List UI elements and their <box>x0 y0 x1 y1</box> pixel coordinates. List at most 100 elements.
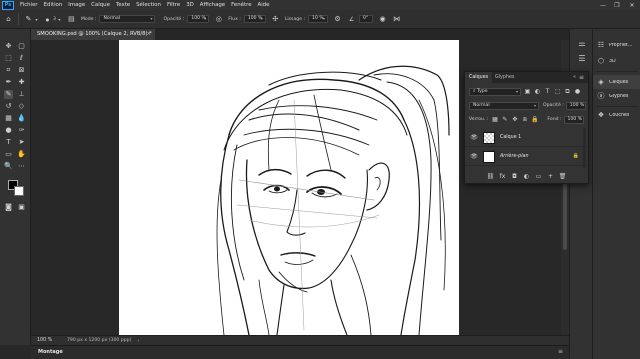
brush-tool-icon[interactable]: ✎ <box>24 15 33 24</box>
healing-tool-icon[interactable]: ✚ <box>17 78 26 87</box>
symmetry-icon[interactable]: ⋈ <box>392 15 401 24</box>
tab-glyphes[interactable]: Glyphes <box>491 72 518 83</box>
more-tools-icon[interactable]: ⋯ <box>17 162 26 171</box>
zoom-level[interactable]: 100 % <box>37 338 57 343</box>
link-icon[interactable]: ⛓ <box>487 173 495 180</box>
lasso-tool-icon[interactable]: ℓ <box>17 54 26 63</box>
layer-row[interactable]: 👁 Arrière-plan 🔒 <box>465 148 588 166</box>
lock-position-icon[interactable]: ✥ <box>511 116 518 123</box>
flow-field[interactable]: 100 % ▾ <box>243 15 266 23</box>
eraser-tool-icon[interactable]: ◇ <box>17 102 26 111</box>
group-icon[interactable]: ▭ <box>535 173 543 180</box>
history-brush-icon[interactable]: ↺ <box>4 102 13 111</box>
lock-paint-icon[interactable]: ✎ <box>501 116 508 123</box>
trash-icon[interactable]: 🗑 <box>559 173 567 180</box>
stamp-tool-icon[interactable]: ⊥ <box>17 90 26 99</box>
path-selection-icon[interactable]: ➤ <box>17 138 26 147</box>
filter-adjustment-icon[interactable]: ◐ <box>534 88 541 95</box>
layer-name[interactable]: Calque 1 <box>500 135 521 140</box>
maximize-button[interactable]: ❐ <box>610 0 624 10</box>
move-tool-icon[interactable]: ✥ <box>4 42 13 51</box>
scrollbar-thumb[interactable] <box>563 180 567 250</box>
adjustment-icon[interactable]: ◐ <box>523 173 531 180</box>
tab-calques[interactable]: Calques <box>465 72 493 83</box>
filter-pixel-icon[interactable]: ▣ <box>524 88 531 95</box>
gradient-tool-icon[interactable]: ▦ <box>4 114 13 123</box>
minimize-button[interactable]: — <box>596 0 610 10</box>
menu-filtre[interactable]: Filtre <box>167 2 180 8</box>
status-menu-caret[interactable]: › <box>137 338 139 344</box>
new-layer-icon[interactable]: + <box>547 173 555 180</box>
document-tab[interactable]: SMOOKING.psd @ 100% (Calque 2, RVB/8) * … <box>31 29 155 40</box>
close-window-button[interactable]: ✕ <box>625 0 639 10</box>
eye-icon[interactable]: 👁 <box>469 134 479 141</box>
mask-icon[interactable]: ◘ <box>511 173 519 180</box>
pressure-size-icon[interactable]: ◉ <box>378 15 387 24</box>
shape-tool-icon[interactable]: ▭ <box>4 150 13 159</box>
panel-channels[interactable]: ❖ Couches <box>593 108 640 122</box>
libraries-icon[interactable]: ☰ <box>577 53 587 63</box>
quick-mask-icon[interactable]: ◙ <box>4 203 13 212</box>
type-tool-icon[interactable]: T <box>4 138 13 147</box>
screen-mode-icon[interactable]: ▣ <box>17 203 26 212</box>
panel-3d[interactable]: ⬡ 3D <box>593 54 640 68</box>
smoothing-field[interactable]: 10 % ▾ <box>308 15 329 23</box>
lock-pixels-icon[interactable]: ▦ <box>491 116 498 123</box>
blur-tool-icon[interactable]: 💧 <box>17 114 26 123</box>
panel-glyphs[interactable]: ⓐ Glyphes <box>593 89 640 103</box>
menu-calque[interactable]: Calque <box>91 2 110 8</box>
menu-3d[interactable]: 3D <box>186 2 194 8</box>
zoom-tool-icon[interactable]: 🔍 <box>4 162 13 171</box>
brush-size-value[interactable]: 3 <box>53 17 56 22</box>
adjustments-icon[interactable]: ⚌ <box>577 38 587 48</box>
artboard-tool-icon[interactable]: ▢ <box>17 42 26 51</box>
frame-tool-icon[interactable]: ⊠ <box>17 66 26 75</box>
menu-selection[interactable]: Sélection <box>136 2 161 8</box>
brush-tool-icon[interactable]: ✎ <box>4 90 13 99</box>
home-icon[interactable]: ⌂ <box>4 15 13 24</box>
menu-aide[interactable]: Aide <box>258 2 270 8</box>
eyedropper-tool-icon[interactable]: ✒ <box>4 78 13 87</box>
angle-field[interactable]: 0° <box>359 15 374 23</box>
panel-properties[interactable]: ☷ Propriét... <box>593 38 640 52</box>
close-tab-icon[interactable]: × <box>147 29 151 40</box>
lock-artboard-icon[interactable]: ⧈ <box>521 116 528 123</box>
filter-shape-icon[interactable]: ⬚ <box>554 88 561 95</box>
hamburger-menu-icon[interactable]: ≡ <box>558 348 563 355</box>
mode-select[interactable]: Normal ▾ <box>99 15 156 23</box>
chevron-down-icon[interactable]: ▾ <box>34 15 39 24</box>
timeline-title[interactable]: Montage <box>38 349 63 355</box>
menu-texte[interactable]: Texte <box>116 2 130 8</box>
panel-layers[interactable]: ◈ Calques <box>593 75 640 89</box>
menu-fichier[interactable]: Fichier <box>20 2 38 8</box>
opacity-field[interactable]: 100 % ▾ <box>187 15 210 23</box>
smoothing-settings-icon[interactable]: ⚙ <box>333 15 342 24</box>
menu-edition[interactable]: Edition <box>44 2 63 8</box>
filter-toggle-icon[interactable]: ● <box>574 88 581 95</box>
background-color-swatch[interactable] <box>14 186 24 196</box>
brush-preset-icon[interactable]: ● <box>43 15 52 24</box>
lock-all-icon[interactable]: 🔒 <box>531 116 538 123</box>
brush-settings-icon[interactable]: ▤ <box>67 15 76 24</box>
close-panel-icon[interactable]: « <box>573 72 576 83</box>
fx-icon[interactable]: fx <box>499 173 507 180</box>
eye-icon[interactable]: 👁 <box>469 153 479 160</box>
panel-menu-icon[interactable]: ≡ <box>579 72 584 83</box>
canvas-artboard[interactable] <box>119 40 459 335</box>
layers-scrollbar[interactable] <box>583 128 586 168</box>
filter-smart-icon[interactable]: ⧉ <box>564 88 571 95</box>
menu-fenetre[interactable]: Fenêtre <box>231 2 251 8</box>
layer-name[interactable]: Arrière-plan <box>500 154 529 159</box>
layer-opacity-field[interactable]: 100 % <box>565 101 586 110</box>
hand-tool-icon[interactable]: ✋ <box>17 150 26 159</box>
chevron-down-icon[interactable]: ▾ <box>57 15 62 24</box>
marquee-tool-icon[interactable]: ⬚ <box>4 54 13 63</box>
layer-filter-select[interactable]: ⌕ Type ▾ <box>469 87 521 96</box>
crop-tool-icon[interactable]: ⌗ <box>4 66 13 75</box>
blend-mode-select[interactable]: Normal ▾ <box>469 101 539 110</box>
menu-affichage[interactable]: Affichage <box>200 2 225 8</box>
fill-field[interactable]: 100 % <box>563 115 584 124</box>
airbrush-icon[interactable]: ✣ <box>271 15 280 24</box>
filter-type-icon[interactable]: T <box>544 88 551 95</box>
dodge-tool-icon[interactable]: ● <box>4 126 13 135</box>
